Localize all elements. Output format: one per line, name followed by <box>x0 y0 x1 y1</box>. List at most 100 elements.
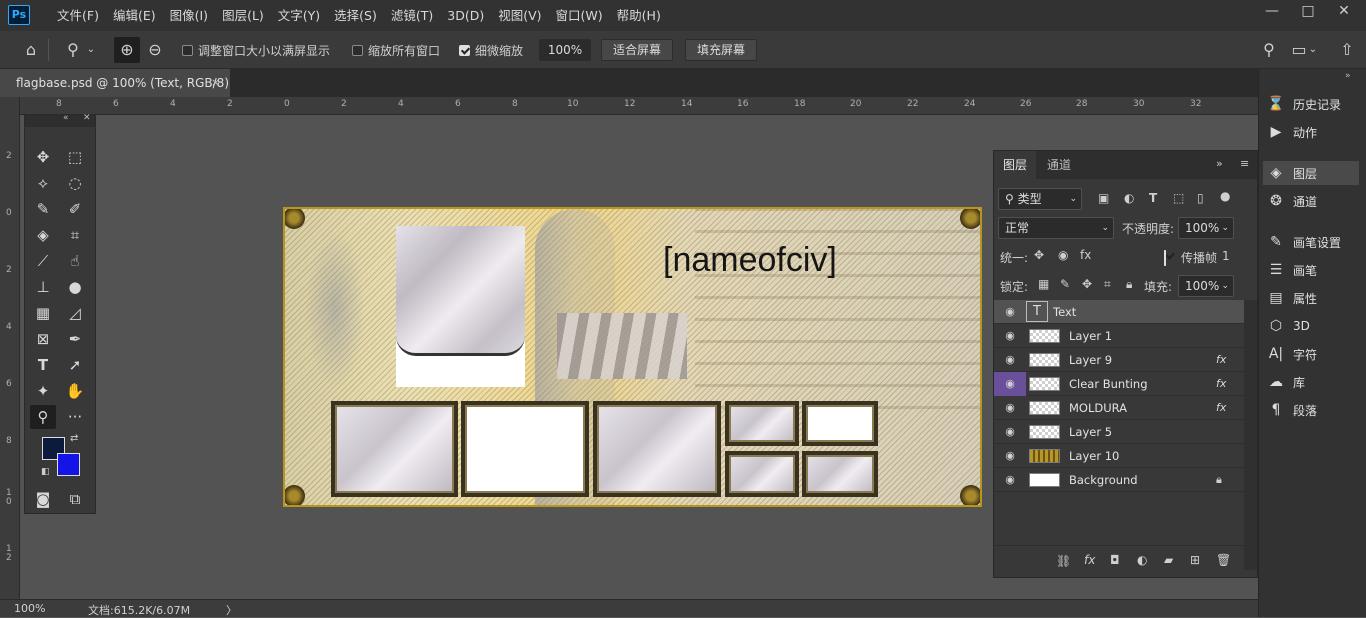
fill-screen-button[interactable]: 填充屏幕 <box>685 39 757 61</box>
background-color-swatch[interactable] <box>57 453 80 476</box>
zoom-tool-icon[interactable]: ⚲ <box>30 405 56 429</box>
fill-field[interactable]: 100% ⌄ <box>1178 275 1234 297</box>
new-layer-icon[interactable]: ⊞ <box>1190 553 1200 567</box>
fit-screen-button[interactable]: 适合屏幕 <box>601 39 673 61</box>
layer-name[interactable]: Layer 9 <box>1069 348 1112 372</box>
document-tab[interactable]: flagbase.psd @ 100% (Text, RGB/8) <box>0 69 230 97</box>
lock-icon[interactable]: 🔒︎ <box>1216 468 1222 492</box>
screen-mode-icon[interactable]: ⧉ <box>62 487 88 511</box>
filter-pixel-icon[interactable]: ▣ <box>1098 191 1109 205</box>
civ-name-text[interactable]: [nameofciv] <box>663 241 837 280</box>
maximize-button[interactable]: □ <box>1290 0 1326 24</box>
home-icon[interactable]: ⌂ <box>18 37 44 63</box>
checkbox-box[interactable] <box>182 45 193 56</box>
layer-row-background[interactable]: ◉ Background 🔒︎ <box>994 468 1244 492</box>
dock-libraries[interactable]: ☁ 库 <box>1267 370 1359 394</box>
zoom-value-field[interactable]: 100% <box>539 39 591 61</box>
visibility-toggle[interactable]: ◉ <box>994 348 1026 372</box>
search-icon[interactable]: ⚲ <box>1256 37 1282 63</box>
lock-pixels-icon[interactable]: ✎ <box>1060 277 1070 291</box>
eyedropper-tool-icon[interactable]: ⟋ <box>30 249 56 273</box>
scrubby-zoom-checkbox[interactable]: 细微缩放 <box>459 42 523 59</box>
visibility-toggle[interactable]: ◉ <box>994 372 1026 396</box>
spot-heal-tool-icon[interactable]: ✐ <box>62 197 88 221</box>
blend-mode-select[interactable]: 正常 ⌄ <box>998 217 1114 239</box>
layer-name[interactable]: Text <box>1053 300 1076 324</box>
dock-brush[interactable]: ☰ 画笔 <box>1267 258 1359 282</box>
share-icon[interactable]: ⇧ <box>1334 37 1360 63</box>
layer-row-text[interactable]: ◉ T Text <box>994 300 1244 324</box>
pen-tool-icon[interactable]: ✒ <box>62 327 88 351</box>
lasso-tool-icon[interactable]: ⟡ <box>30 171 56 195</box>
type-tool-icon[interactable]: T <box>30 353 56 377</box>
move-tool-icon[interactable]: ✥ <box>30 145 56 169</box>
filter-type-icon[interactable]: T <box>1149 191 1157 205</box>
zoom-in-icon[interactable]: ⊕ <box>114 37 140 63</box>
unify-visibility-icon[interactable]: ◉ <box>1058 248 1068 262</box>
new-group-icon[interactable]: ▰ <box>1164 553 1173 567</box>
layer-effects-icon[interactable]: fx <box>1216 396 1226 420</box>
stamp-tool-icon[interactable]: ⊥ <box>30 275 56 299</box>
quick-mask-icon[interactable]: ◙ <box>30 487 56 511</box>
layer-row-layer-5[interactable]: ◉ Layer 5 <box>994 420 1244 444</box>
layer-row-layer-10[interactable]: ◉ Layer 10 <box>994 444 1244 468</box>
vertical-ruler[interactable]: 2 0 2 4 6 8 1 0 1 2 <box>0 97 20 599</box>
add-style-icon[interactable]: fx <box>1084 553 1095 567</box>
menu-help[interactable]: 帮助(H) <box>610 0 668 31</box>
propagate-frame-checkbox[interactable] <box>1164 250 1166 266</box>
horizontal-ruler[interactable]: 8 6 4 2 0 2 4 6 8 10 12 14 16 18 20 22 2… <box>20 97 1258 115</box>
visibility-toggle[interactable]: ◉ <box>994 300 1026 324</box>
panel-menu-icon[interactable]: ≡ <box>1240 157 1249 170</box>
menu-type[interactable]: 文字(Y) <box>271 0 327 31</box>
toolbox-header[interactable]: « ✕ <box>25 113 95 127</box>
layers-scrollbar[interactable] <box>1244 300 1257 570</box>
delete-layer-icon[interactable]: 🗑︎ <box>1216 553 1231 567</box>
zoom-all-checkbox[interactable]: 缩放所有窗口 <box>352 42 440 59</box>
brush-tool-icon[interactable]: ✎ <box>30 197 56 221</box>
smudge-tool-icon[interactable]: ☝ <box>62 249 88 273</box>
menu-file[interactable]: 文件(F) <box>50 0 106 31</box>
close-tab-icon[interactable]: × <box>211 69 220 97</box>
swap-colors-icon[interactable]: ⇄ <box>70 433 78 444</box>
visibility-toggle[interactable]: ◉ <box>994 468 1026 492</box>
close-icon[interactable]: ✕ <box>83 113 91 123</box>
dock-paragraph[interactable]: ¶ 段落 <box>1267 398 1359 422</box>
layer-name[interactable]: Background <box>1069 468 1138 492</box>
dock-layers[interactable]: ◈ 图层 <box>1263 161 1359 185</box>
collapse-icon[interactable]: « <box>63 113 69 123</box>
checkbox-box-checked[interactable] <box>459 45 470 56</box>
lock-artboard-icon[interactable]: ⌗ <box>1104 277 1111 292</box>
quick-select-tool-icon[interactable]: ◌ <box>62 171 88 195</box>
dock-brush-settings[interactable]: ✎ 画笔设置 <box>1267 230 1359 254</box>
new-adjustment-icon[interactable]: ◐ <box>1137 553 1147 567</box>
layer-row-moldura[interactable]: ◉ MOLDURA fx <box>994 396 1244 420</box>
filter-toggle-icon[interactable]: ● <box>1220 189 1230 203</box>
dock-character[interactable]: A| 字符 <box>1267 342 1359 366</box>
default-colors-icon[interactable]: ◧ <box>41 467 50 477</box>
layer-name[interactable]: Layer 5 <box>1069 420 1112 444</box>
chevron-down-icon[interactable]: ⌄ <box>84 37 98 63</box>
close-button[interactable]: ✕ <box>1326 0 1362 24</box>
layer-row-clear-bunting[interactable]: ◉ Clear Bunting fx <box>994 372 1244 396</box>
link-layers-icon[interactable]: ⛓ <box>1056 554 1071 568</box>
zoom-tool-preset-icon[interactable]: ⚲ <box>60 37 86 63</box>
visibility-toggle[interactable]: ◉ <box>994 420 1026 444</box>
menu-image[interactable]: 图像(I) <box>163 0 215 31</box>
status-menu-arrow-icon[interactable]: 〉 <box>226 602 237 618</box>
paint-bucket-tool-icon[interactable]: ◈ <box>30 223 56 247</box>
layer-row-layer-1[interactable]: ◉ Layer 1 <box>994 324 1244 348</box>
menu-view[interactable]: 视图(V) <box>491 0 548 31</box>
tab-layers[interactable]: 图层 <box>994 151 1037 179</box>
dock-actions[interactable]: ▶ 动作 <box>1267 120 1359 144</box>
dock-3d[interactable]: ⬡ 3D <box>1267 314 1359 338</box>
layer-effects-icon[interactable]: fx <box>1216 372 1226 396</box>
photoshop-logo-icon[interactable]: Ps <box>8 5 30 25</box>
unify-style-icon[interactable]: fx <box>1080 248 1091 262</box>
collapse-dock-icon[interactable]: » <box>1345 71 1351 81</box>
bandage-tool-icon[interactable]: ▦ <box>30 301 56 325</box>
path-select-tool-icon[interactable]: ➚ <box>62 353 88 377</box>
layer-name[interactable]: Layer 1 <box>1069 324 1112 348</box>
opacity-field[interactable]: 100% ⌄ <box>1178 217 1234 239</box>
visibility-toggle[interactable]: ◉ <box>994 396 1026 420</box>
checkbox-box[interactable] <box>352 45 363 56</box>
